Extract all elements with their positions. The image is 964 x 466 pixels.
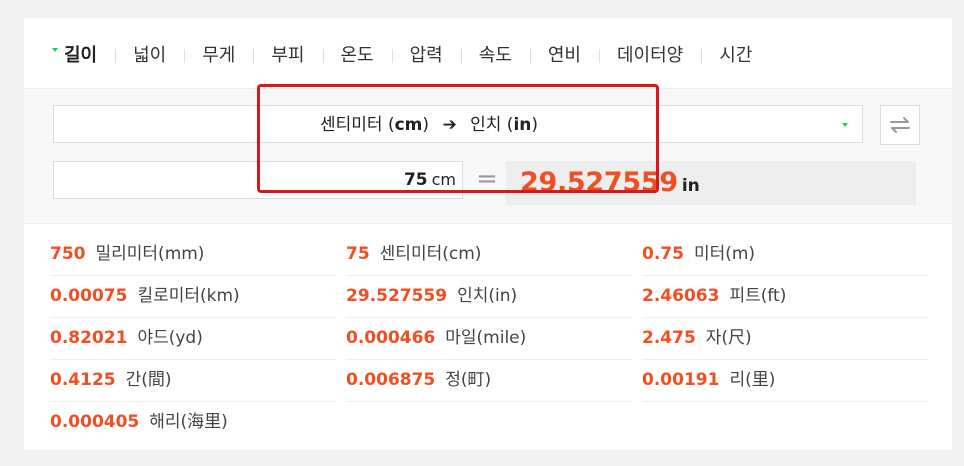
- result-item-unit: 밀리미터(mm): [95, 244, 205, 264]
- converter-area: 센티미터 (cm) ➔ 인치 (in) 75 cm = 29.527559 in: [24, 88, 952, 224]
- value-input[interactable]: 75 cm: [53, 161, 463, 199]
- result-item-unit: 마일(mile): [445, 328, 527, 348]
- tab-temperature[interactable]: 온도: [322, 38, 392, 74]
- result-item-unit: 킬로미터(km): [137, 286, 240, 306]
- result-item: 0.006875 정(町): [346, 359, 632, 402]
- tab-fuel-economy[interactable]: 연비: [529, 38, 599, 74]
- to-unit-name: 인치: [470, 115, 502, 135]
- to-unit-symbol: in: [513, 115, 532, 135]
- result-item: 0.000405 해리(海里): [50, 401, 336, 443]
- tab-label: 시간: [719, 45, 753, 66]
- result-item-unit: 정(町): [445, 370, 492, 390]
- result-output: 29.527559 in: [506, 161, 916, 205]
- tab-label: 압력: [409, 45, 443, 66]
- tab-label: 길이: [64, 45, 98, 66]
- result-item: 0.000466 마일(mile): [346, 317, 632, 360]
- result-item: 0.4125 간(間): [50, 359, 336, 402]
- result-item-unit: 센티미터(cm): [379, 244, 482, 264]
- input-value: 75: [403, 170, 428, 190]
- category-tabs: 길이 넓이 무게 부피 온도 압력 속도 연비 데이터양 시간: [24, 38, 952, 74]
- result-item-value: 0.000405: [50, 412, 140, 432]
- tab-weight[interactable]: 무게: [184, 38, 253, 74]
- chevron-down-icon: [842, 123, 848, 127]
- equals-sign: =: [476, 164, 498, 194]
- result-item: 29.527559 인치(in): [346, 275, 632, 318]
- conversion-results-list: 750 밀리미터(mm) 75 센티미터(cm) 0.75 미터(m) 0.00075…: [50, 233, 934, 443]
- unit-pair-label: 센티미터 (cm) ➔ 인치 (in): [320, 106, 538, 144]
- result-item: 750 밀리미터(mm): [50, 233, 336, 276]
- from-unit-symbol: cm: [394, 115, 423, 135]
- result-item-unit: 미터(m): [693, 244, 756, 264]
- result-item-unit: 리(里): [729, 370, 776, 390]
- result-item-unit: 간(間): [125, 370, 172, 390]
- tab-label: 데이터양: [617, 45, 684, 66]
- result-item-value: 0.00191: [642, 370, 720, 390]
- tab-length[interactable]: 길이: [24, 38, 115, 74]
- tab-label: 무게: [202, 45, 236, 66]
- arrow-right-icon: ➔: [442, 115, 457, 135]
- result-item-value: 0.75: [642, 244, 684, 264]
- result-item-unit: 인치(in): [457, 286, 518, 306]
- result-value: 29.527559: [520, 167, 678, 198]
- from-unit-name: 센티미터: [320, 115, 383, 135]
- tab-area[interactable]: 넓이: [115, 38, 184, 74]
- result-item-value: 0.006875: [346, 370, 436, 390]
- result-item-value: 2.46063: [642, 286, 720, 306]
- result-item-unit: 자(尺): [705, 328, 752, 348]
- result-item: 0.00191 리(里): [642, 359, 928, 402]
- unit-pair-select[interactable]: 센티미터 (cm) ➔ 인치 (in): [53, 105, 863, 143]
- result-item-unit: 피트(ft): [729, 286, 787, 306]
- tab-label: 온도: [340, 45, 374, 66]
- tab-time[interactable]: 시간: [701, 38, 770, 74]
- tab-speed[interactable]: 속도: [460, 38, 530, 74]
- result-item-value: 0.00075: [50, 286, 128, 306]
- swap-arrows-icon: [890, 117, 910, 133]
- result-item: 2.46063 피트(ft): [642, 275, 928, 318]
- result-item-value: 29.527559: [346, 286, 448, 306]
- result-item-value: 2.475: [642, 328, 696, 348]
- result-item-value: 0.000466: [346, 328, 436, 348]
- tab-data-size[interactable]: 데이터양: [599, 38, 701, 74]
- result-item: 2.475 자(尺): [642, 317, 928, 360]
- tab-label: 속도: [478, 45, 512, 66]
- result-item: 0.00075 킬로미터(km): [50, 275, 336, 318]
- result-item: 0.75 미터(m): [642, 233, 928, 276]
- tab-volume[interactable]: 부피: [253, 38, 322, 74]
- result-item-unit: 해리(海里): [149, 412, 228, 432]
- tab-label: 부피: [271, 45, 305, 66]
- tab-label: 넓이: [133, 45, 167, 66]
- input-unit: cm: [431, 170, 456, 189]
- result-item-value: 0.4125: [50, 370, 116, 390]
- result-item-unit: 야드(yd): [137, 328, 203, 348]
- result-item-value: 750: [50, 244, 86, 264]
- unit-converter-panel: 길이 넓이 무게 부피 온도 압력 속도 연비 데이터양 시간 센티미터 (cm…: [24, 18, 952, 450]
- result-unit: in: [681, 176, 700, 196]
- result-item: 0.82021 야드(yd): [50, 317, 336, 360]
- tab-pressure[interactable]: 압력: [391, 38, 461, 74]
- result-item: 75 센티미터(cm): [346, 233, 632, 276]
- result-item-value: 0.82021: [50, 328, 128, 348]
- chevron-down-icon: [52, 48, 58, 52]
- result-item-value: 75: [346, 244, 370, 264]
- swap-units-button[interactable]: [880, 105, 920, 145]
- tab-label: 연비: [547, 45, 581, 66]
